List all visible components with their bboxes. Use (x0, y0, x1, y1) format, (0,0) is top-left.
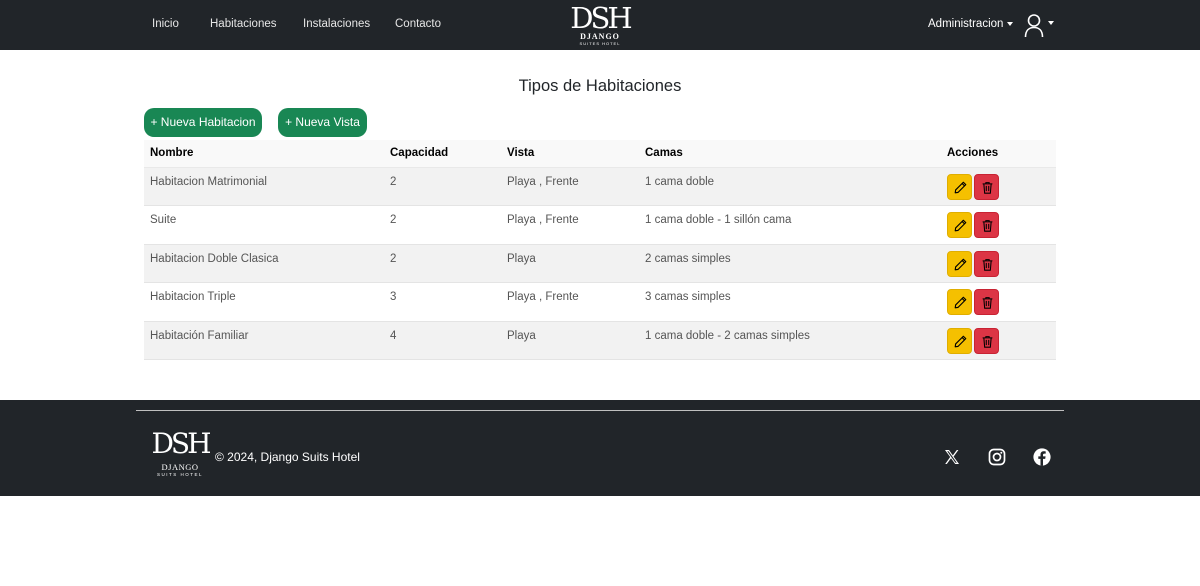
nav-link-instalaciones[interactable]: Instalaciones (303, 18, 370, 30)
table-row: Habitación Familiar 4 Playa 1 cama doble… (144, 321, 1056, 360)
admin-label: Administracion (928, 18, 1004, 30)
column-header-camas: Camas (639, 140, 941, 168)
column-header-acciones: Acciones (941, 140, 1056, 168)
admin-dropdown[interactable]: Administracion (928, 18, 1014, 30)
cell-camas: 1 cama doble (639, 167, 941, 206)
nav-link-inicio[interactable]: Inicio (152, 18, 179, 30)
footer-logo: DSH DJANGO SUITS HOTEL (150, 427, 211, 484)
cell-camas: 1 cama doble - 2 camas simples (639, 321, 941, 360)
user-menu-dropdown[interactable] (1024, 13, 1060, 39)
cell-capacidad: 2 (384, 205, 501, 245)
cell-nombre: Habitación Familiar (144, 321, 384, 360)
trash-icon (982, 181, 993, 194)
navbar: Inicio Habitaciones Instalaciones Contac… (0, 0, 1200, 50)
table-header-row: Nombre Capacidad Vista Camas Acciones (144, 140, 1056, 168)
instagram-link[interactable] (988, 448, 1006, 466)
chevron-down-icon (1048, 21, 1054, 25)
cell-acciones (941, 321, 1056, 360)
pencil-icon (954, 258, 967, 270)
table-row: Habitacion Matrimonial 2 Playa , Frente … (144, 167, 1056, 206)
cell-capacidad: 3 (384, 282, 501, 322)
edit-button[interactable] (947, 327, 972, 354)
cell-vista: Playa , Frente (501, 167, 639, 206)
trash-icon (982, 297, 993, 309)
delete-button[interactable] (974, 173, 999, 200)
footer-logo-name: DJANGO (161, 462, 199, 472)
column-header-capacidad: Capacidad (384, 140, 501, 168)
table-row: Suite 2 Playa , Frente 1 cama doble - 1 … (144, 205, 1056, 245)
cell-acciones (941, 205, 1056, 245)
nav-link-contacto[interactable]: Contacto (395, 18, 441, 30)
trash-icon (982, 220, 993, 232)
chevron-down-icon (1007, 21, 1014, 26)
cell-capacidad: 2 (384, 244, 501, 283)
delete-button[interactable] (974, 327, 999, 354)
cell-acciones (941, 244, 1056, 283)
new-view-button[interactable]: + Nueva Vista (278, 108, 367, 137)
cell-nombre: Habitacion Matrimonial (144, 167, 384, 206)
room-types-table: Nombre Capacidad Vista Camas Acciones Ha… (144, 140, 1056, 360)
cell-camas: 1 cama doble - 1 sillón cama (639, 205, 941, 245)
footer-logo-subtitle: SUITS HOTEL (156, 472, 203, 477)
column-header-nombre: Nombre (144, 140, 384, 168)
cell-vista: Playa , Frente (501, 282, 639, 322)
pencil-icon (954, 219, 967, 232)
edit-button[interactable] (947, 212, 972, 238)
facebook-link[interactable] (1033, 448, 1051, 466)
x-icon (945, 450, 959, 464)
footer-divider (136, 410, 1064, 411)
cell-camas: 3 camas simples (639, 282, 941, 322)
cell-nombre: Habitacion Doble Clasica (144, 244, 384, 283)
trash-icon (982, 258, 993, 271)
copyright-text: © 2024, Django Suits Hotel (215, 450, 360, 464)
cell-acciones (941, 167, 1056, 206)
edit-button[interactable] (947, 289, 972, 315)
user-icon (1024, 14, 1044, 38)
brand-monogram: DSH (570, 1, 632, 35)
cell-nombre: Suite (144, 205, 384, 245)
table-row: Habitacion Doble Clasica 2 Playa 2 camas… (144, 244, 1056, 283)
footer: DSH DJANGO SUITS HOTEL © 2024, Django Su… (0, 400, 1200, 496)
cell-vista: Playa (501, 244, 639, 283)
delete-button[interactable] (974, 212, 999, 238)
x-link[interactable] (943, 448, 961, 466)
brand-logo[interactable]: DSH DJANGO SUITES HOTEL (566, 3, 634, 47)
edit-button[interactable] (947, 250, 972, 277)
footer-logo-monogram: DSH (151, 427, 211, 460)
trash-icon (982, 335, 993, 348)
cell-vista: Playa (501, 321, 639, 360)
cell-capacidad: 2 (384, 167, 501, 206)
instagram-icon (988, 448, 1006, 466)
page-title: Tipos de Habitaciones (518, 77, 682, 95)
delete-button[interactable] (974, 289, 999, 315)
cell-vista: Playa , Frente (501, 205, 639, 245)
table-row: Habitacion Triple 3 Playa , Frente 3 cam… (144, 282, 1056, 322)
delete-button[interactable] (974, 250, 999, 277)
facebook-icon (1033, 448, 1051, 466)
brand-subtitle: SUITES HOTEL (579, 41, 621, 46)
cell-nombre: Habitacion Triple (144, 282, 384, 322)
cell-camas: 2 camas simples (639, 244, 941, 283)
column-header-vista: Vista (501, 140, 639, 168)
pencil-icon (954, 181, 967, 193)
cell-acciones (941, 282, 1056, 322)
edit-button[interactable] (947, 173, 972, 200)
pencil-icon (954, 296, 967, 309)
cell-capacidad: 4 (384, 321, 501, 360)
nav-link-habitaciones[interactable]: Habitaciones (210, 18, 276, 30)
pencil-icon (954, 335, 967, 347)
new-room-button[interactable]: + Nueva Habitacion (144, 108, 262, 137)
